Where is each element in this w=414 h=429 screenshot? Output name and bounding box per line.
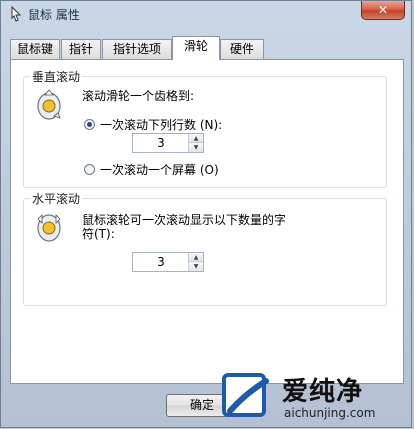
watermark-url: aichunjing.com	[284, 406, 376, 420]
tab-pointer-options[interactable]: 指针选项	[102, 39, 172, 59]
watermark-logo: 爱纯净 aichunjing.com	[214, 367, 414, 429]
lines-up-arrow-icon[interactable]: ▲	[189, 134, 203, 143]
tab-buttons[interactable]: 鼠标键	[10, 39, 60, 59]
tab-hardware[interactable]: 硬件	[220, 39, 264, 59]
scroll-screen-radio[interactable]	[84, 164, 95, 175]
lines-down-arrow-icon[interactable]: ▼	[189, 143, 203, 152]
chars-up-arrow-icon[interactable]: ▲	[189, 253, 203, 262]
watermark-swoosh-icon	[227, 378, 269, 414]
close-button[interactable]: ✕	[361, 1, 405, 20]
horizontal-scroll-title: 水平滚动	[30, 190, 83, 207]
wheel-mouse-icon	[37, 89, 61, 120]
window-title: 鼠标 属性	[28, 8, 80, 22]
tab-pointers[interactable]: 指针	[61, 39, 101, 59]
horizontal-scroll-group: 水平滚动 鼠标滚轮可一次滚动显示以下数量的字 符(T): 3 ▲ ▼	[23, 190, 387, 306]
chars-spinner[interactable]: 3 ▲ ▼	[132, 252, 204, 272]
vertical-scroll-title: 垂直滚动	[30, 68, 83, 85]
mouse-app-icon	[11, 6, 22, 22]
horizontal-scroll-description-line2: 符(T):	[82, 227, 115, 241]
vertical-scroll-description: 滚动滑轮一个齿格到:	[82, 89, 195, 103]
watermark-title: 爱纯净	[282, 377, 364, 407]
lines-spinner-buttons: ▲ ▼	[188, 134, 203, 152]
lines-value[interactable]: 3	[133, 136, 189, 150]
horizontal-wheel-mouse-icon	[37, 214, 61, 242]
chars-down-arrow-icon[interactable]: ▼	[189, 262, 203, 271]
title-bar[interactable]: 鼠标 属性 ✕	[1, 1, 411, 27]
scroll-lines-label[interactable]: 一次滚动下列行数 (N):	[100, 116, 222, 133]
tab-panel-wheel: 垂直滚动 滚动滑轮一个齿格到: 一次滚动下列行数 (N): 3 ▲ ▼ 一次滚动…	[10, 59, 404, 384]
mouse-properties-window: 鼠标 属性 ✕ 鼠标键 指针 指针选项 滑轮 硬件 垂直滚动 滚动滑轮一个齿格到…	[0, 0, 412, 428]
tab-wheel[interactable]: 滑轮	[172, 36, 220, 60]
scroll-screen-label[interactable]: 一次滚动一个屏幕 (O)	[100, 161, 219, 178]
vertical-scroll-group: 垂直滚动 滚动滑轮一个齿格到: 一次滚动下列行数 (N): 3 ▲ ▼ 一次滚动…	[23, 68, 387, 188]
lines-spinner[interactable]: 3 ▲ ▼	[132, 133, 204, 153]
chars-spinner-buttons: ▲ ▼	[188, 253, 203, 271]
scroll-lines-radio[interactable]	[84, 119, 95, 130]
chars-value[interactable]: 3	[133, 255, 189, 269]
